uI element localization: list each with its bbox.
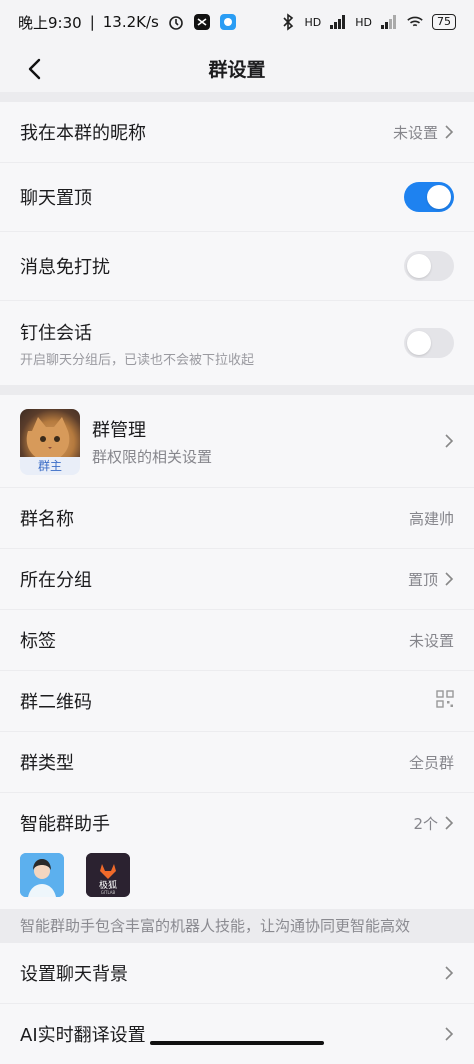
qrcode-label: 群二维码 (20, 692, 92, 713)
tag-value: 未设置 (408, 631, 454, 650)
status-time: 晚上9:30 (18, 13, 82, 32)
group-type-row[interactable]: 群类型 全员群 (0, 732, 474, 793)
chevron-right-icon (445, 125, 454, 139)
chat-background-row[interactable]: 设置聊天背景 (0, 943, 474, 1004)
alarm-icon (167, 13, 185, 31)
assistant-row[interactable]: 智能群助手 2个 (0, 793, 474, 853)
app-notification-icon-2 (219, 13, 237, 31)
section-divider (0, 385, 474, 395)
signal-icon (329, 13, 347, 31)
tag-label: 标签 (20, 631, 56, 652)
group-type-value: 全员群 (408, 753, 454, 772)
group-manage-subtitle: 群权限的相关设置 (92, 447, 213, 466)
battery-indicator: 75 (432, 14, 456, 30)
pin-session-label: 钉住会话 (20, 322, 92, 344)
status-speed: 13.2K/s (102, 13, 159, 31)
pin-chat-label: 聊天置顶 (20, 188, 92, 209)
assistant-icon-list: 极狐 GITLAB (0, 853, 474, 909)
pin-session-row: 钉住会话 开启聊天分组后，已读也不会被下拉收起 (0, 301, 474, 385)
bluetooth-icon (279, 13, 297, 31)
group-info-section: 群主 群管理 群权限的相关设置 群名称 高建帅 所在分组 置顶 标签 未设置 群… (0, 395, 474, 909)
section-divider (0, 92, 474, 102)
assistant-count: 2个 (413, 814, 438, 833)
pin-session-toggle[interactable] (404, 328, 454, 358)
more-settings-section: 设置聊天背景 AI实时翻译设置 (0, 943, 474, 1064)
signal-hd-2: HD (355, 15, 372, 29)
group-name-row[interactable]: 群名称 高建帅 (0, 488, 474, 549)
group-name-value: 高建帅 (408, 509, 454, 528)
chevron-right-icon (445, 1027, 454, 1041)
app-notification-icon (193, 13, 211, 31)
dnd-toggle[interactable] (404, 251, 454, 281)
home-indicator[interactable] (150, 1041, 324, 1045)
pin-chat-toggle[interactable] (404, 182, 454, 212)
status-bar: 晚上9:30 | 13.2K/s HD HD 75 (0, 0, 474, 44)
chat-options-section: 我在本群的昵称 未设置 聊天置顶 消息免打扰 钉住会话 开启聊天分组后，已读也不… (0, 102, 474, 385)
dnd-row: 消息免打扰 (0, 232, 474, 301)
wifi-icon (406, 13, 424, 31)
chevron-right-icon (445, 966, 454, 980)
nickname-row[interactable]: 我在本群的昵称 未设置 (0, 102, 474, 163)
signal-icon-2 (380, 13, 398, 31)
owner-badge: 群主 (20, 457, 80, 475)
group-category-value: 置顶 (407, 570, 438, 589)
assistant-note: 智能群助手包含丰富的机器人技能，让沟通协同更智能高效 (0, 909, 474, 943)
group-type-label: 群类型 (20, 753, 74, 774)
chevron-right-icon (445, 434, 454, 448)
chat-background-label: 设置聊天背景 (20, 964, 128, 985)
chevron-right-icon (445, 816, 454, 830)
qrcode-icon (436, 690, 454, 712)
group-name-label: 群名称 (20, 509, 74, 530)
nickname-value: 未设置 (392, 123, 438, 142)
nav-bar: 群设置 (0, 44, 474, 92)
group-category-label: 所在分组 (20, 570, 92, 591)
group-manage-title: 群管理 (92, 419, 146, 441)
assistant-label: 智能群助手 (20, 814, 110, 835)
translate-row[interactable]: AI实时翻译设置 (0, 1004, 474, 1064)
dnd-label: 消息免打扰 (20, 257, 110, 278)
nickname-label: 我在本群的昵称 (20, 123, 146, 144)
page-title: 群设置 (208, 58, 266, 81)
chevron-right-icon (445, 572, 454, 586)
group-manage-row[interactable]: 群主 群管理 群权限的相关设置 (0, 395, 474, 488)
gitlab-fox-icon[interactable]: 极狐 GITLAB (86, 853, 130, 897)
qrcode-row[interactable]: 群二维码 (0, 671, 474, 732)
back-arrow-icon[interactable] (22, 56, 48, 82)
avatar-woman-icon[interactable] (20, 853, 64, 897)
pin-chat-row: 聊天置顶 (0, 163, 474, 232)
tag-row[interactable]: 标签 未设置 (0, 610, 474, 671)
svg-text:GITLAB: GITLAB (101, 890, 116, 895)
group-category-row[interactable]: 所在分组 置顶 (0, 549, 474, 610)
signal-hd-1: HD (304, 15, 322, 29)
translate-label: AI实时翻译设置 (20, 1025, 146, 1046)
pin-session-subtitle: 开启聊天分组后，已读也不会被下拉收起 (20, 352, 255, 368)
